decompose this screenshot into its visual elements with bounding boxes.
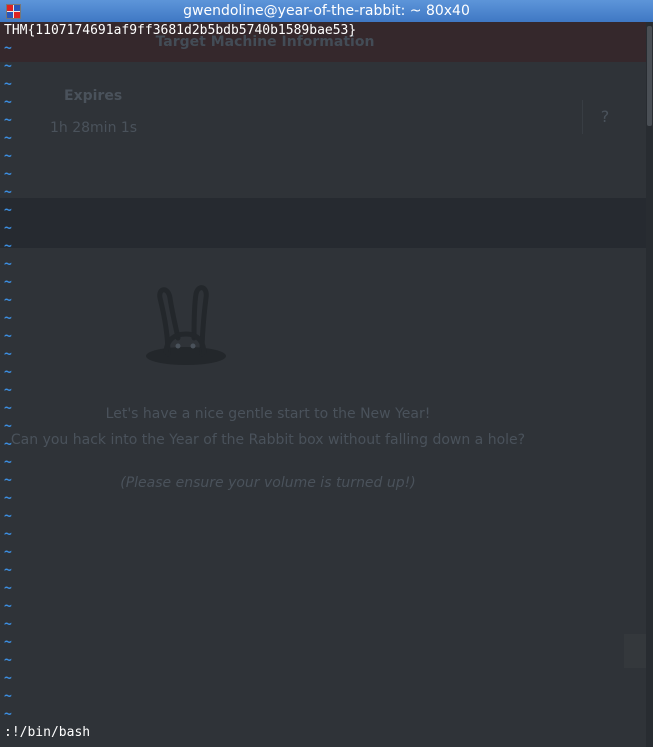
vim-tilde-line: ~ bbox=[4, 581, 12, 596]
flag-line: THM{1107174691af9ff3681d2b5bdb5740b1589b… bbox=[4, 23, 357, 38]
vim-tilde-line: ~ bbox=[4, 563, 12, 578]
vim-tilde-line: ~ bbox=[4, 617, 12, 632]
scrollbar-thumb[interactable] bbox=[647, 26, 652, 126]
vim-tilde-line: ~ bbox=[4, 383, 12, 398]
vim-tilde-line: ~ bbox=[4, 59, 12, 74]
vim-tilde-line: ~ bbox=[4, 419, 12, 434]
vim-tilde-line: ~ bbox=[4, 473, 12, 488]
vim-empty-lines: ~ ~ ~ ~ ~ ~ ~ ~ ~ ~ ~ ~ ~ ~ ~ ~ ~ ~ ~ ~ ~ ~ ~ ~ ~ ~ ~ ~ ~ ~ ~ ~ ~ ~ ~ ~ ~ ~ bbox=[4, 40, 644, 724]
vim-tilde-line: ~ bbox=[4, 599, 12, 614]
vim-tilde-line: ~ bbox=[4, 365, 12, 380]
vim-tilde-line: ~ bbox=[4, 221, 12, 236]
vim-tilde-line: ~ bbox=[4, 275, 12, 290]
vim-tilde-line: ~ bbox=[4, 293, 12, 308]
terminal-app-icon[interactable] bbox=[6, 4, 21, 19]
terminal-area[interactable]: THM{1107174691af9ff3681d2b5bdb5740b1589b… bbox=[4, 22, 644, 742]
vim-tilde-line: ~ bbox=[4, 545, 12, 560]
vim-tilde-line: ~ bbox=[4, 41, 12, 56]
vim-tilde-line: ~ bbox=[4, 131, 12, 146]
vim-tilde-line: ~ bbox=[4, 203, 12, 218]
vim-tilde-line: ~ bbox=[4, 635, 12, 650]
vim-tilde-line: ~ bbox=[4, 527, 12, 542]
vim-tilde-line: ~ bbox=[4, 149, 12, 164]
vim-tilde-line: ~ bbox=[4, 671, 12, 686]
vim-tilde-line: ~ bbox=[4, 77, 12, 92]
vim-tilde-line: ~ bbox=[4, 311, 12, 326]
window-title: gwendoline@year-of-the-rabbit: ~ 80x40 bbox=[183, 3, 470, 19]
window-titlebar[interactable]: gwendoline@year-of-the-rabbit: ~ 80x40 bbox=[0, 0, 653, 22]
vim-tilde-line: ~ bbox=[4, 257, 12, 272]
scrollbar-track[interactable] bbox=[646, 22, 653, 747]
vim-tilde-line: ~ bbox=[4, 113, 12, 128]
vim-tilde-line: ~ bbox=[4, 653, 12, 668]
vim-tilde-line: ~ bbox=[4, 707, 12, 722]
vim-tilde-line: ~ bbox=[4, 347, 12, 362]
vim-tilde-line: ~ bbox=[4, 491, 12, 506]
vim-tilde-line: ~ bbox=[4, 455, 12, 470]
vim-tilde-line: ~ bbox=[4, 689, 12, 704]
vim-tilde-line: ~ bbox=[4, 239, 12, 254]
vim-command-line[interactable]: :!/bin/bash bbox=[4, 724, 644, 742]
vim-tilde-line: ~ bbox=[4, 401, 12, 416]
vim-tilde-line: ~ bbox=[4, 509, 12, 524]
vim-tilde-line: ~ bbox=[4, 95, 12, 110]
vim-tilde-line: ~ bbox=[4, 185, 12, 200]
vim-tilde-line: ~ bbox=[4, 329, 12, 344]
vim-tilde-line: ~ bbox=[4, 437, 12, 452]
vim-tilde-line: ~ bbox=[4, 167, 12, 182]
